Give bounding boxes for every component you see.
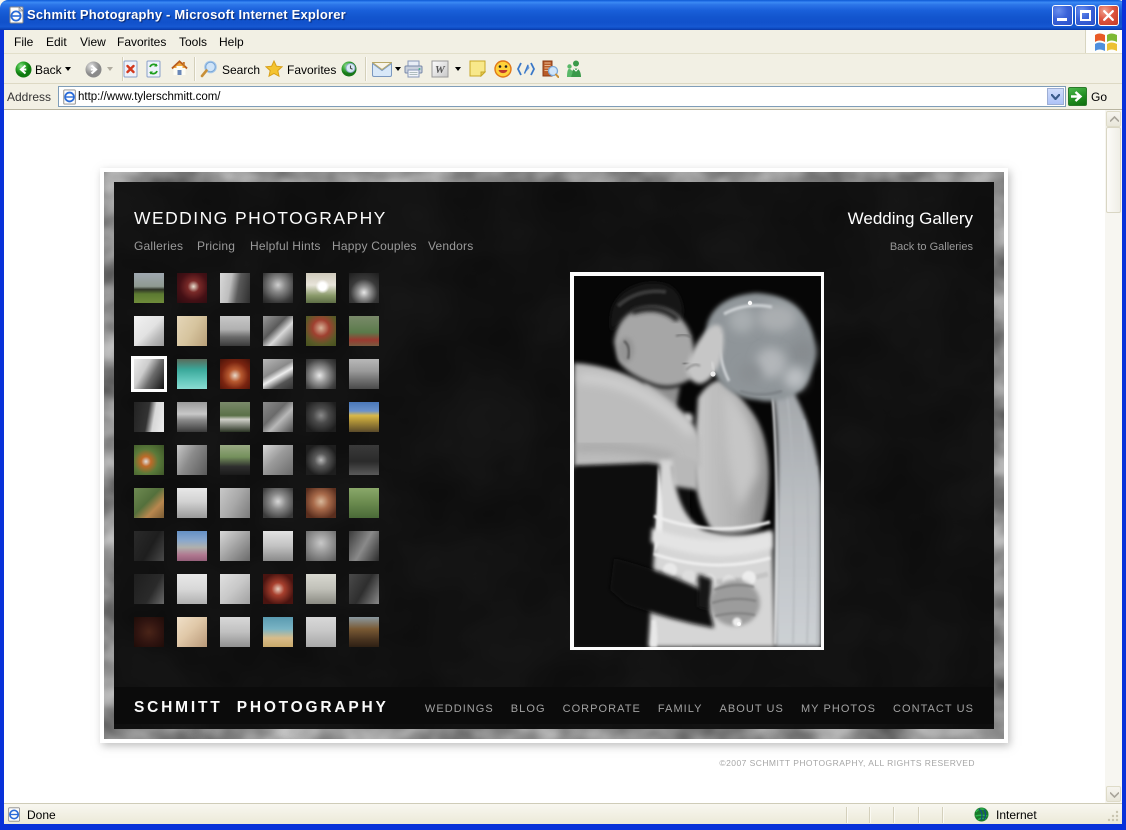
svg-text:W: W (435, 64, 446, 76)
